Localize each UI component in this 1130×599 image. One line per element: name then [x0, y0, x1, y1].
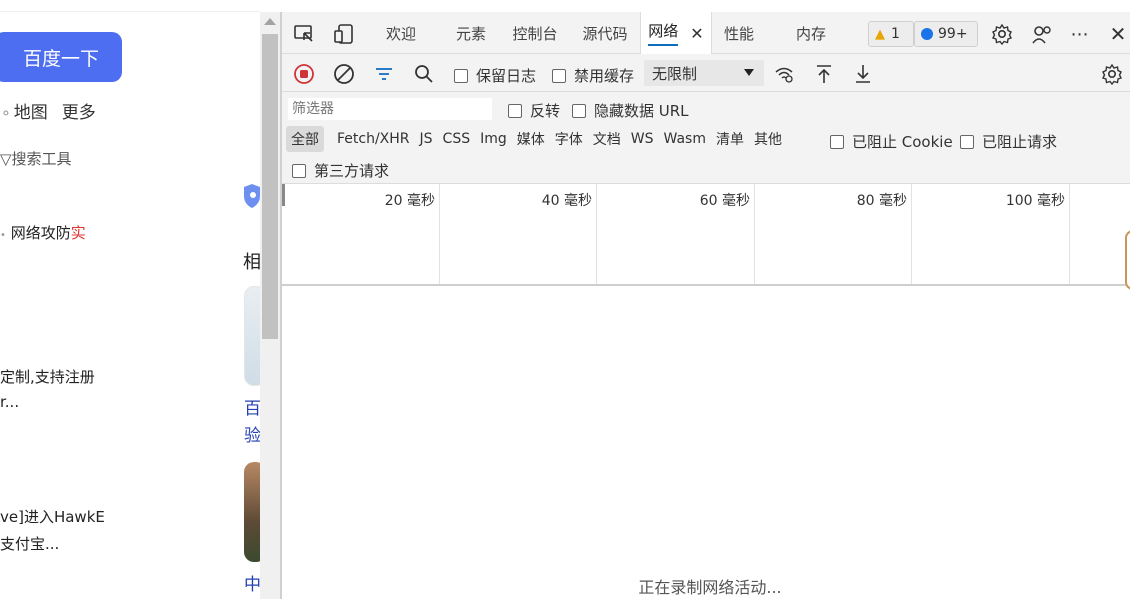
right-column-heading: 相 — [243, 252, 260, 273]
disable-cache-checkbox[interactable]: 禁用缓存 — [552, 65, 634, 86]
result-thumbnail[interactable] — [244, 462, 260, 562]
blocked-cookies-checkbox[interactable]: 已阻止 Cookie — [830, 131, 953, 152]
tab-sources[interactable]: 源代码 — [572, 12, 638, 54]
devtools-tabbar: 欢迎 元素 控制台 源代码 网络 ✕ 性能 内存 ▲ 1 99+ ⋯ ✕ — [282, 12, 1130, 54]
checkbox-box[interactable] — [572, 103, 586, 118]
filter-icon[interactable] — [372, 62, 396, 86]
warning-icon: ▲ — [875, 26, 885, 42]
checkbox-box[interactable] — [292, 163, 306, 178]
close-devtools-icon[interactable]: ✕ — [1106, 22, 1130, 46]
result-snippet[interactable]: 定制,支持注册 — [0, 366, 95, 387]
page-scrollbar[interactable] — [260, 12, 280, 599]
import-har-icon[interactable] — [812, 62, 836, 86]
map-link[interactable]: ⚬ 地图 — [0, 98, 48, 123]
type-filter-js[interactable]: JS — [415, 126, 438, 152]
export-har-icon[interactable] — [851, 62, 875, 86]
clear-icon[interactable] — [332, 62, 356, 86]
map-pin-icon: ⚬ — [0, 106, 12, 122]
type-filter-css[interactable]: CSS — [438, 126, 476, 152]
page-top-edge — [0, 0, 260, 12]
network-overview-timeline[interactable]: 20 毫秒 40 毫秒 60 毫秒 80 毫秒 100 毫秒 — [282, 184, 1130, 286]
more-link[interactable]: 更多 — [62, 98, 96, 123]
network-settings-gear-icon[interactable] — [1100, 62, 1124, 86]
tab-network-label: 网络 — [648, 20, 679, 46]
tab-elements[interactable]: 元素 — [438, 12, 504, 54]
tab-memory[interactable]: 内存 — [782, 12, 840, 54]
type-filter-other[interactable]: 其他 — [749, 126, 787, 152]
search-tools-link[interactable]: ▽搜索工具 — [0, 148, 72, 169]
inspect-element-icon[interactable] — [292, 22, 316, 46]
messages-badge[interactable]: 99+ — [914, 21, 978, 47]
customize-icon[interactable] — [1030, 22, 1054, 46]
throttling-select[interactable]: 无限制 — [644, 60, 764, 86]
timeline-tick: 80 毫秒 — [755, 184, 912, 284]
type-filter-doc[interactable]: 文档 — [588, 126, 626, 152]
shield-icon — [244, 184, 260, 208]
type-filter-wasm[interactable]: Wasm — [659, 126, 711, 152]
third-party-checkbox[interactable]: 第三方请求 — [292, 160, 389, 181]
network-filterbar: 反转 隐藏数据 URL 全部 Fetch/XHR JS CSS Img 媒体 字… — [282, 92, 1130, 184]
resource-type-filters: 全部 Fetch/XHR JS CSS Img 媒体 字体 文档 WS Wasm… — [286, 126, 787, 152]
timeline-tick: 100 毫秒 — [912, 184, 1070, 284]
tab-performance[interactable]: 性能 — [710, 12, 768, 54]
right-column-link[interactable]: 中 — [244, 570, 260, 595]
tab-console[interactable]: 控制台 — [504, 12, 566, 54]
network-conditions-icon[interactable] — [772, 62, 796, 86]
type-filter-manifest[interactable]: 清单 — [711, 126, 749, 152]
scroll-up-arrow-icon[interactable] — [264, 18, 276, 25]
type-filter-all[interactable]: 全部 — [286, 126, 324, 152]
timeline-tick: 40 毫秒 — [440, 184, 597, 284]
timeline-tick: 60 毫秒 — [597, 184, 755, 284]
type-filter-media[interactable]: 媒体 — [512, 126, 550, 152]
baidu-nav-links: ⚬ 地图 更多 — [0, 98, 96, 123]
warnings-badge[interactable]: ▲ 1 — [868, 21, 914, 47]
type-filter-fetch-xhr[interactable]: Fetch/XHR — [332, 126, 415, 152]
recording-status-text: 正在录制网络活动... — [638, 578, 782, 597]
hide-data-urls-checkbox[interactable]: 隐藏数据 URL — [572, 100, 689, 121]
network-toolbar: 保留日志 禁用缓存 无限制 — [282, 54, 1130, 92]
devtools-panel: 欢迎 元素 控制台 源代码 网络 ✕ 性能 内存 ▲ 1 99+ ⋯ ✕ 保留日… — [280, 12, 1130, 599]
timeline-tick: 20 毫秒 — [282, 184, 440, 284]
scrollbar-thumb[interactable] — [262, 34, 278, 339]
result-thumbnail[interactable] — [244, 286, 260, 386]
type-filter-img[interactable]: Img — [475, 126, 512, 152]
checkbox-box[interactable] — [830, 134, 844, 149]
result-snippet[interactable]: r... — [0, 393, 19, 411]
search-icon[interactable] — [412, 62, 436, 86]
bullet-icon: • — [0, 230, 6, 241]
checkbox-box[interactable] — [508, 103, 522, 118]
tab-welcome[interactable]: 欢迎 — [368, 12, 434, 54]
invert-checkbox[interactable]: 反转 — [508, 100, 560, 121]
dropdown-caret-icon — [744, 69, 754, 76]
baidu-search-button[interactable]: 百度一下 — [0, 32, 122, 82]
resize-handle[interactable] — [1125, 230, 1130, 290]
blocked-requests-checkbox[interactable]: 已阻止请求 — [960, 131, 1057, 152]
result-snippet[interactable]: 支付宝... — [0, 533, 59, 554]
checkbox-box[interactable] — [552, 68, 566, 83]
right-column-link[interactable]: 验 — [244, 421, 260, 446]
message-icon — [921, 28, 933, 40]
record-stop-icon[interactable] — [292, 62, 316, 86]
settings-gear-icon[interactable] — [990, 22, 1014, 46]
tab-network[interactable]: 网络 ✕ — [640, 12, 712, 54]
result-snippet[interactable]: ve]进入HawkE — [0, 506, 105, 527]
type-filter-font[interactable]: 字体 — [550, 126, 588, 152]
filter-funnel-icon: ▽ — [0, 150, 12, 168]
browser-page: 百度一下 ⚬ 地图 更多 ▽搜索工具 • 网络攻防实 定制,支持注册 r... v… — [0, 0, 260, 599]
checkbox-box[interactable] — [454, 68, 468, 83]
more-options-icon[interactable]: ⋯ — [1068, 22, 1092, 46]
right-column-link[interactable]: 百 — [244, 394, 260, 419]
type-filter-ws[interactable]: WS — [626, 126, 659, 152]
preserve-log-checkbox[interactable]: 保留日志 — [454, 65, 536, 86]
filter-input[interactable] — [288, 98, 492, 120]
device-emulation-icon[interactable] — [332, 22, 356, 46]
result-snippet[interactable]: • 网络攻防实 — [0, 222, 86, 243]
checkbox-box[interactable] — [960, 134, 974, 149]
close-tab-icon[interactable]: ✕ — [690, 24, 703, 43]
